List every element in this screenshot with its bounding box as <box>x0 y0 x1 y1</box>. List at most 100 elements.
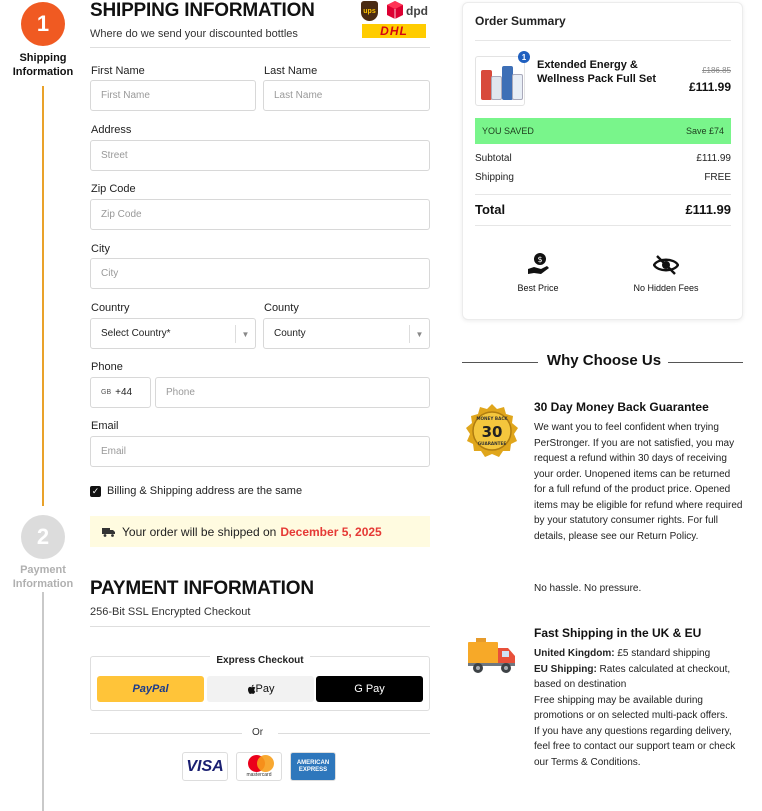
you-saved-label: YOU SAVED <box>482 126 534 136</box>
chevron-down-icon: ▼ <box>235 325 255 343</box>
phone-country-code: +44 <box>115 387 133 398</box>
money-back-text: We want you to feel confident when tryin… <box>534 422 743 542</box>
country-select-value: Select Country* <box>101 328 171 339</box>
uk-text: £5 standard shipping <box>614 648 711 659</box>
apple-icon <box>247 684 255 694</box>
country-select[interactable]: Select Country* ▼ <box>90 318 256 349</box>
total-label: Total <box>475 202 506 217</box>
visa-card-logo: VISA <box>182 752 228 781</box>
delivery-truck-icon <box>468 638 515 673</box>
phone-country-selector[interactable]: GB +44 <box>90 377 151 408</box>
eu-label: EU Shipping: <box>534 663 597 675</box>
free-shipping-text: Free shipping may be available during pr… <box>534 694 728 722</box>
city-label: City <box>91 243 110 255</box>
mastercard-logo: mastercard <box>236 752 282 781</box>
total-value: £111.99 <box>685 202 731 217</box>
svg-text:$: $ <box>537 255 542 264</box>
summary-divider-top <box>475 40 731 41</box>
summary-divider-total <box>475 225 731 226</box>
money-back-extra: No hassle. No pressure. <box>534 583 642 594</box>
truck-icon <box>102 527 115 537</box>
first-name-input[interactable]: First Name <box>90 80 256 111</box>
product-price-old: £186.85 <box>702 66 731 75</box>
why-divider-right <box>668 362 743 363</box>
apple-pay-button[interactable]: Pay <box>207 676 314 702</box>
money-back-medal-icon: MONEY BACK 30 GUARANTEE <box>466 404 518 457</box>
fast-shipping-title: Fast Shipping in the UK & EU <box>534 626 702 640</box>
chevron-down-icon: ▼ <box>409 325 429 343</box>
fast-shipping-text: United Kingdom: £5 standard shipping EU … <box>534 646 744 770</box>
payment-subtitle: 256-Bit SSL Encrypted Checkout <box>90 606 251 618</box>
same-address-checkbox[interactable]: ✓ <box>90 486 101 497</box>
address-label: Address <box>91 124 132 136</box>
last-name-label: Last Name <box>264 65 318 77</box>
first-name-label: First Name <box>91 65 145 77</box>
why-choose-us-title: Why Choose Us <box>546 352 662 369</box>
shipping-title: SHIPPING INFORMATION <box>90 0 315 21</box>
amex-line2: EXPRESS <box>298 766 328 773</box>
zip-label: Zip Code <box>91 183 136 195</box>
subtotal-label: Subtotal <box>475 153 512 164</box>
country-label: Country <box>91 302 130 314</box>
product-image <box>475 56 525 106</box>
or-divider-right <box>278 733 430 734</box>
shipping-divider <box>90 47 430 48</box>
last-name-input[interactable]: Last Name <box>263 80 430 111</box>
county-label: County <box>264 302 299 314</box>
city-input[interactable]: City <box>90 258 430 289</box>
shipping-notice-text: Your order will be shipped on <box>122 524 277 539</box>
amex-card-logo: AMERICAN EXPRESS <box>290 752 336 781</box>
apple-pay-label: Pay <box>255 683 275 695</box>
or-label: Or <box>252 727 264 738</box>
phone-input[interactable]: Phone <box>155 377 430 408</box>
same-address-label: Billing & Shipping address are the same <box>107 485 303 497</box>
summary-divider-bottom <box>475 194 731 195</box>
gb-flag-icon: GB <box>101 389 112 396</box>
step-1-circle: 1 <box>21 2 65 46</box>
payment-divider <box>90 626 430 627</box>
subtotal-value: £111.99 <box>696 153 731 164</box>
shipping-date: December 5, 2025 <box>280 524 382 539</box>
address-input[interactable]: Street <box>90 140 430 171</box>
county-select-value: County <box>274 328 306 339</box>
product-price-new: £111.99 <box>688 80 731 94</box>
google-pay-button[interactable]: G Pay <box>316 676 423 702</box>
shipping-cost-label: Shipping <box>475 172 514 183</box>
dpd-logo: dpd <box>406 4 428 18</box>
shipping-subtitle: Where do we send your discounted bottles <box>90 28 298 40</box>
best-price-icon: $ <box>528 253 549 274</box>
medal-text-top: MONEY BACK <box>476 416 508 421</box>
step-2-label: Payment Information <box>12 564 74 590</box>
medal-text-bottom: GUARANTEE <box>478 441 507 446</box>
step-idle-line <box>42 592 44 811</box>
quantity-badge: 1 <box>518 51 530 63</box>
shipping-cost-value: FREE <box>704 172 731 183</box>
carrier-logos: ups dpd DHL <box>358 1 432 41</box>
uk-label: United Kingdom: <box>534 648 615 659</box>
money-back-title: 30 Day Money Back Guarantee <box>534 400 709 414</box>
step-1-label: Shipping Information <box>12 52 74 78</box>
why-divider-left <box>462 362 538 363</box>
contact-text: If you have any questions regarding deli… <box>534 725 736 768</box>
step-progress-line <box>42 86 44 506</box>
email-input[interactable]: Email <box>90 436 430 467</box>
express-checkout-title: Express Checkout <box>210 655 310 666</box>
eye-slash-icon <box>653 255 679 275</box>
you-saved-value: Save £74 <box>685 126 724 136</box>
you-saved-bar: YOU SAVED Save £74 <box>475 118 731 144</box>
dhl-logo: DHL <box>362 24 426 38</box>
product-name: Extended Energy & Wellness Pack Full Set <box>537 59 657 85</box>
or-divider-left <box>90 733 242 734</box>
county-select[interactable]: County ▼ <box>263 318 430 349</box>
best-price-label: Best Price <box>517 283 559 293</box>
zip-input[interactable]: Zip Code <box>90 199 430 230</box>
step-2-circle: 2 <box>21 515 65 559</box>
dpd-cube-icon <box>387 1 403 19</box>
paypal-button[interactable]: PayPal <box>97 676 204 702</box>
no-hidden-fees-label: No Hidden Fees <box>633 283 699 293</box>
order-summary-title: Order Summary <box>475 14 566 28</box>
amex-line1: AMERICAN <box>296 759 330 766</box>
medal-number: 30 <box>482 423 503 441</box>
phone-label: Phone <box>91 361 123 373</box>
payment-title: PAYMENT INFORMATION <box>90 578 314 599</box>
